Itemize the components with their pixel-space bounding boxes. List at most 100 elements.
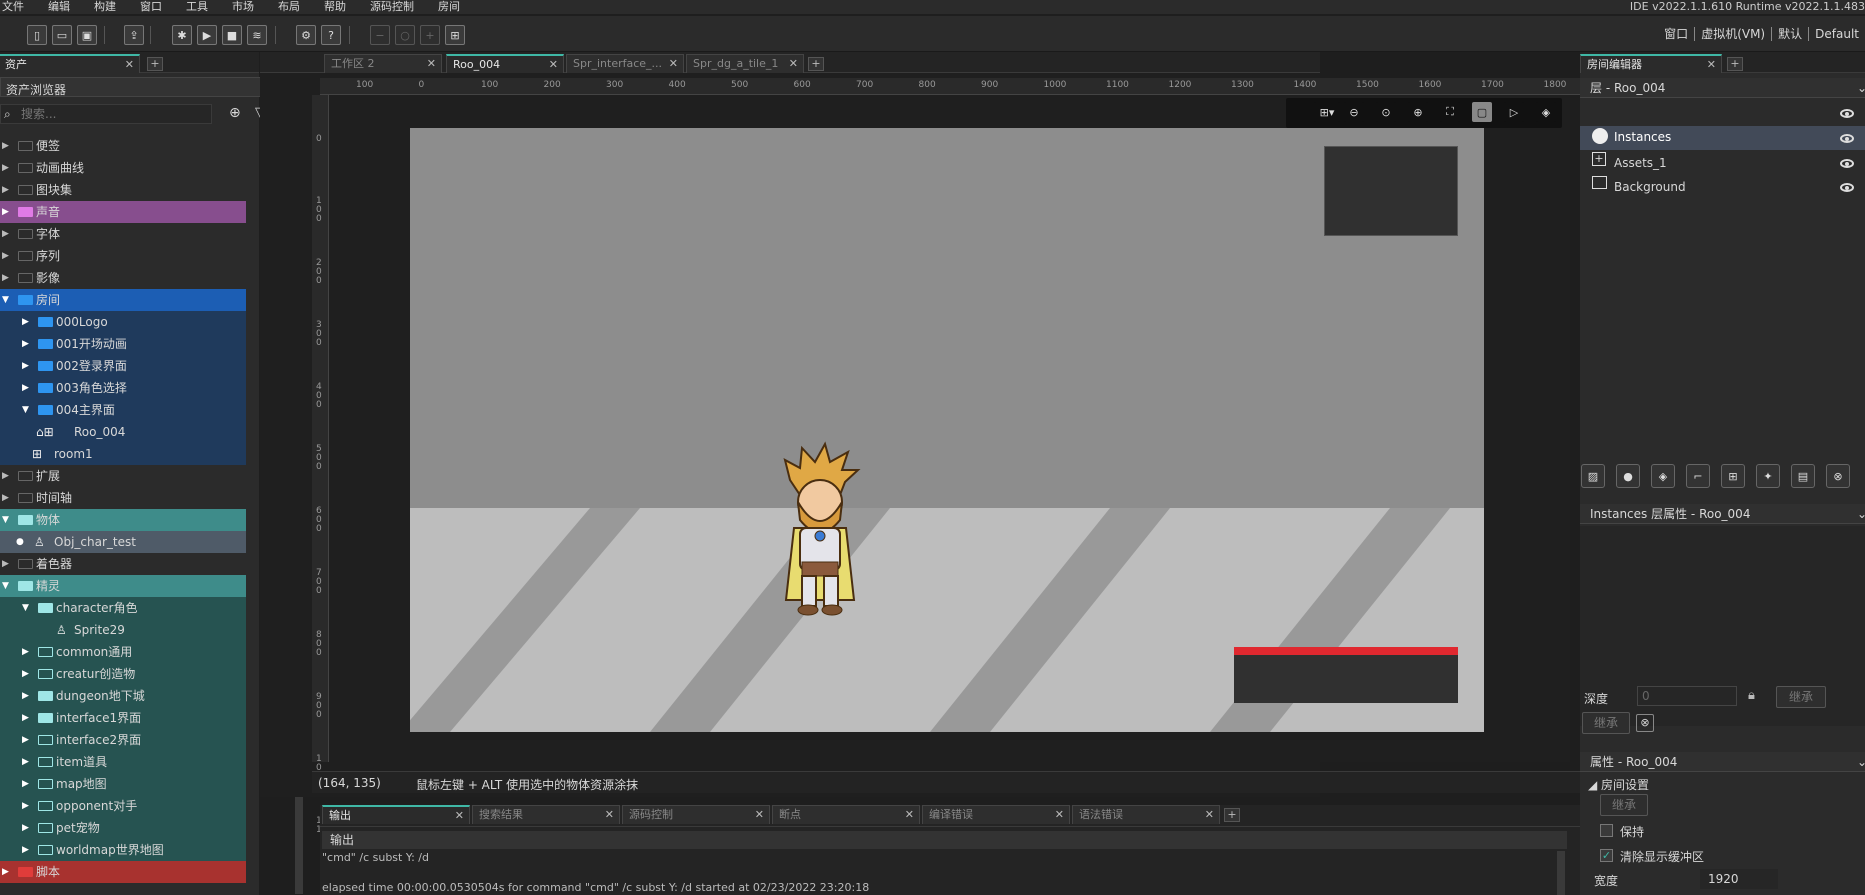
chevron-right-icon[interactable]: ▶ [22, 377, 29, 399]
tree-item[interactable]: ▶ interface1界面 [0, 707, 246, 729]
stop-icon[interactable]: ■ [222, 25, 242, 45]
chevron-right-icon[interactable]: ▶ [22, 729, 29, 751]
tab-roo-004[interactable]: Roo_004 ✕ [446, 54, 564, 73]
save-icon[interactable]: ▣ [77, 25, 97, 45]
chevron-right-icon[interactable]: ▶ [22, 333, 29, 355]
persistent-checkbox[interactable] [1600, 824, 1613, 837]
chevron-right-icon[interactable]: ▶ [2, 267, 9, 289]
help-icon[interactable]: ? [321, 25, 341, 45]
close-icon[interactable]: ✕ [455, 807, 464, 824]
chevron-right-icon[interactable]: ▶ [22, 773, 29, 795]
inherit-layer-button[interactable]: 继承 [1582, 712, 1630, 734]
clean-icon[interactable]: ≋ [247, 25, 267, 45]
grid-icon[interactable]: ⊞▾ [1314, 102, 1340, 122]
tree-item[interactable]: ♙ Sprite29 [0, 619, 246, 641]
zoom-out-icon[interactable]: ⊖ [1344, 102, 1364, 122]
chevron-down-icon[interactable]: ⌄ [1857, 504, 1865, 524]
chevron-right-icon[interactable]: ▶ [2, 201, 9, 223]
dark-panel-instance[interactable] [1324, 146, 1458, 236]
search-field[interactable]: ⌕ [0, 104, 212, 124]
add-asset-layer-icon[interactable]: ⊞ [1721, 464, 1745, 488]
chevron-right-icon[interactable]: ▶ [2, 223, 9, 245]
chevron-right-icon[interactable]: ▶ [22, 311, 29, 333]
tree-item[interactable]: ▶ map地图 [0, 773, 246, 795]
layer-row-background[interactable]: Background [1580, 174, 1865, 198]
window-link[interactable]: 窗口 [1658, 27, 1694, 41]
workspace-icon[interactable]: ⊞ [445, 25, 465, 45]
chevron-down-icon[interactable]: ⌄ [1857, 78, 1865, 98]
tree-item[interactable]: ▶ 动画曲线 [0, 157, 246, 179]
add-tile-layer-icon[interactable]: ◈ [1651, 464, 1675, 488]
close-icon[interactable]: ✕ [427, 55, 436, 72]
menu-marketplace[interactable]: 市场 [220, 0, 266, 14]
tree-item[interactable]: ▼ 004主界面 [0, 399, 246, 421]
tab-source-control[interactable]: 源码控制 ✕ [622, 805, 770, 824]
menu-layout[interactable]: 布局 [266, 0, 312, 14]
menu-edit[interactable]: 编辑 [36, 0, 82, 14]
add-effect-layer-icon[interactable]: ✦ [1756, 464, 1780, 488]
menu-source-control[interactable]: 源码控制 [358, 0, 426, 14]
debug-icon[interactable]: ✱ [172, 25, 192, 45]
add-tab-button[interactable]: + [808, 57, 824, 71]
chevron-right-icon[interactable]: ▶ [2, 245, 9, 267]
tree-item[interactable]: ▼ 房间 [0, 289, 246, 311]
delete-layer-icon[interactable]: ⊗ [1826, 464, 1850, 488]
tree-item[interactable]: ▶ pet宠物 [0, 817, 246, 839]
tree-item[interactable]: ▶ 序列 [0, 245, 246, 267]
depth-field[interactable]: 0 [1637, 686, 1737, 706]
menu-room[interactable]: 房间 [426, 0, 472, 14]
add-tab-button[interactable]: + [1727, 57, 1743, 71]
zoom-out-icon[interactable]: − [370, 25, 390, 45]
tab-breakpoints[interactable]: 断点 ✕ [772, 805, 920, 824]
lock-icon[interactable]: 🔒︎ [1748, 688, 1755, 703]
add-background-layer-icon[interactable]: ▨ [1581, 464, 1605, 488]
tree-item[interactable]: ▶ 000Logo [0, 311, 246, 333]
chevron-down-icon[interactable]: ▼ [22, 597, 29, 619]
tree-item[interactable]: ▶ 便签 [0, 135, 246, 157]
red-bar-instance[interactable] [1234, 647, 1458, 655]
eye-icon[interactable] [1840, 109, 1854, 118]
chevron-right-icon[interactable]: ▶ [2, 135, 9, 157]
close-icon[interactable]: ✕ [1055, 806, 1064, 823]
clear-inherit-icon[interactable]: ⊗ [1636, 714, 1654, 732]
tree-item[interactable]: ▶ 字体 [0, 223, 246, 245]
chevron-right-icon[interactable]: ▶ [2, 553, 9, 575]
dark-bar-instance[interactable] [1234, 655, 1458, 703]
layer-row-instances[interactable]: Instances [1580, 126, 1865, 150]
zoom-in-icon[interactable]: + [420, 25, 440, 45]
chevron-right-icon[interactable]: ▶ [22, 707, 29, 729]
tab-assets[interactable]: 资产 ✕ [0, 54, 140, 73]
chevron-down-icon[interactable]: ▼ [2, 289, 9, 311]
add-asset-icon[interactable]: ⊕ [229, 105, 241, 121]
close-icon[interactable]: ✕ [1707, 56, 1716, 73]
layers-icon[interactable]: ◈ [1536, 102, 1556, 122]
tree-item[interactable]: ▶ interface2界面 [0, 729, 246, 751]
tree-item[interactable]: ▼ 精灵 [0, 575, 246, 597]
clear-buffer-checkbox[interactable]: ✓ [1600, 849, 1613, 862]
tree-item[interactable]: ▶ worldmap世界地图 [0, 839, 246, 861]
chevron-down-icon[interactable]: ⌄ [1857, 752, 1865, 772]
frame-icon[interactable]: ▢ [1472, 102, 1492, 122]
settings-icon[interactable]: ⚙ [296, 25, 316, 45]
eye-icon[interactable] [1840, 183, 1854, 192]
layers-header[interactable]: 层 - Roo_004 ⌄ [1580, 78, 1865, 98]
menu-tools[interactable]: 工具 [174, 0, 220, 14]
tab-room-editor[interactable]: 房间编辑器 ✕ [1580, 54, 1722, 73]
eye-icon[interactable] [1840, 159, 1854, 168]
width-field[interactable]: 1920 [1700, 869, 1778, 889]
close-icon[interactable]: ✕ [669, 55, 678, 72]
tab-output[interactable]: 输出 ✕ [322, 805, 470, 824]
chevron-right-icon[interactable]: ▶ [22, 839, 29, 861]
add-tab-button[interactable]: + [147, 57, 163, 71]
config-link[interactable]: Default [1808, 27, 1865, 41]
tree-item[interactable]: ● ♙ Obj_char_test [0, 531, 246, 553]
tree-item[interactable]: ▶ 时间轴 [0, 487, 246, 509]
tab-workspace-2[interactable]: 工作区 2 ✕ [324, 54, 442, 73]
inherit-room-button[interactable]: 继承 [1600, 794, 1648, 816]
tab-search-results[interactable]: 搜索结果 ✕ [472, 805, 620, 824]
tree-item[interactable]: ▶ creatur创造物 [0, 663, 246, 685]
zoom-reset-icon[interactable]: ○ [395, 25, 415, 45]
chevron-right-icon[interactable]: ▶ [22, 663, 29, 685]
chevron-down-icon[interactable]: ▼ [2, 575, 9, 597]
tree-item[interactable]: ⊞ room1 [0, 443, 246, 465]
